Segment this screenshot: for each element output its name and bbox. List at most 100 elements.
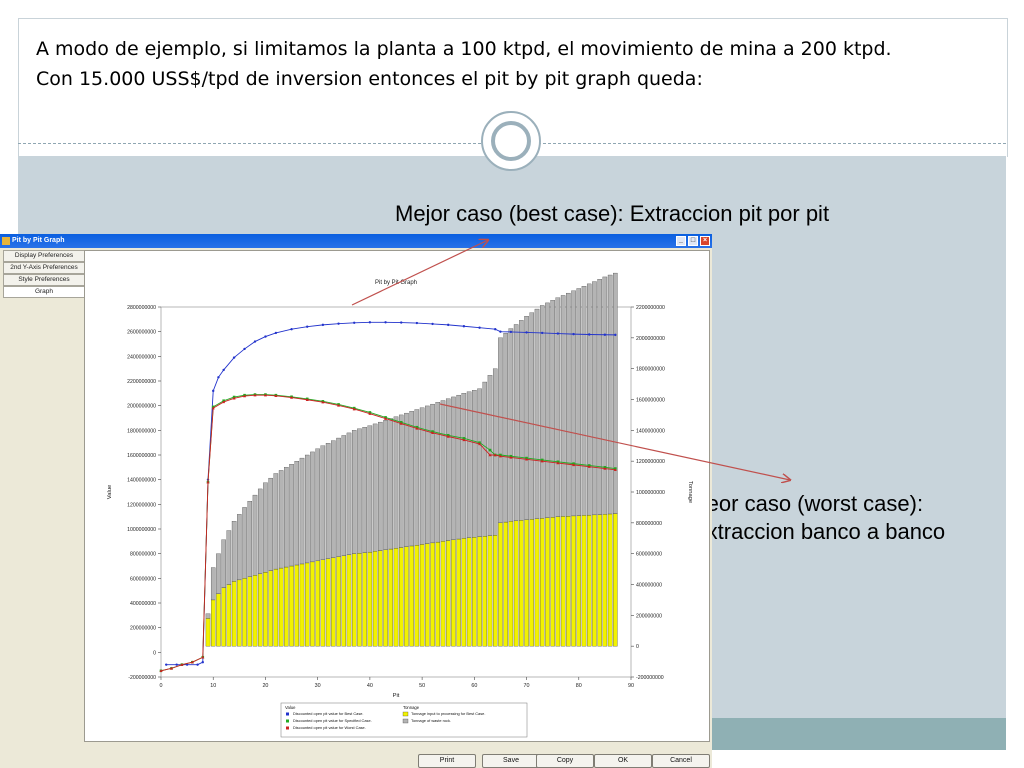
best-case-point (415, 321, 419, 325)
waste-bar (445, 398, 451, 541)
ore-bar (237, 579, 242, 647)
waste-bar (367, 425, 373, 553)
best-case-point (525, 331, 528, 334)
ore-bar (372, 551, 378, 647)
best-case-point (368, 321, 372, 324)
ore-bar (378, 550, 383, 647)
ore-bar (524, 519, 529, 647)
waste-bar (581, 286, 587, 516)
best-case-point (212, 389, 215, 393)
waste-bar (430, 403, 435, 544)
waste-bar (592, 281, 597, 516)
ore-bar (472, 537, 477, 647)
waste-bar (508, 328, 514, 522)
waste-bar (257, 488, 263, 574)
ore-bar (367, 551, 373, 647)
waste-bar (472, 390, 477, 538)
best-case-point (201, 661, 204, 664)
waste-bar (341, 435, 347, 556)
x-tick-label: 40 (367, 683, 373, 689)
y2-tick-label: 800000000 (636, 521, 662, 527)
x-tick-label: 90 (628, 683, 634, 689)
waste-bar (294, 461, 300, 566)
legend-item-label: Tonnage input to processing for Best Cas… (411, 711, 485, 716)
y2-tick-label: 600000000 (636, 552, 662, 558)
ore-bar (346, 554, 352, 647)
ore-bar (592, 514, 597, 647)
waste-bar (299, 457, 305, 565)
window-title: Pit by Pit Graph (12, 237, 65, 244)
ore-bar (498, 522, 503, 647)
nav-display-preferences[interactable]: Display Preferences (3, 250, 85, 262)
legend-item-label: Tonnage of waste rock. (411, 718, 451, 723)
waste-bar (607, 274, 613, 515)
ore-bar (414, 545, 420, 647)
ore-bar (299, 563, 305, 647)
y-tick-label: 2000000000 (127, 404, 156, 410)
waste-bar (409, 411, 414, 547)
y-tick-label: 800000000 (130, 552, 156, 558)
y2-tick-label: 2200000000 (636, 305, 665, 311)
maximize-icon[interactable]: □ (688, 236, 698, 246)
waste-bar (320, 445, 326, 560)
minimize-icon[interactable]: _ (676, 236, 686, 246)
y-tick-label: 1200000000 (127, 502, 156, 508)
ore-bar (425, 543, 430, 647)
waste-bar (216, 553, 221, 594)
waste-bar (226, 530, 232, 585)
window-titlebar[interactable]: Pit by Pit Graph _ □ × (0, 234, 712, 248)
waste-bar (310, 451, 315, 563)
x-tick-label: 50 (419, 683, 425, 689)
y2-axis-label: Tonnage (687, 481, 693, 503)
ore-bar (576, 515, 582, 647)
cancel-button[interactable]: Cancel (652, 754, 710, 768)
ore-bar (331, 557, 336, 647)
ore-bar (205, 618, 211, 647)
ore-bar (461, 538, 467, 647)
copy-button[interactable]: Copy (536, 754, 594, 768)
nav-2nd-y-axis-preferences[interactable]: 2nd Y-Axis Preferences (3, 262, 85, 274)
y-tick-label: 1600000000 (127, 453, 156, 459)
waste-bar (482, 381, 488, 537)
best-case-point (243, 347, 246, 351)
save-button[interactable]: Save (482, 754, 540, 768)
ok-button[interactable]: OK (594, 754, 652, 768)
print-button[interactable]: Print (418, 754, 476, 768)
waste-bar (613, 272, 618, 514)
ore-bar (210, 599, 216, 647)
ore-bar (404, 546, 409, 647)
nav-graph[interactable]: Graph (3, 286, 85, 298)
ore-bar (325, 558, 331, 647)
ore-bar (466, 537, 472, 647)
ore-bar (508, 521, 514, 647)
ore-bar (597, 514, 602, 647)
ore-bar (257, 573, 263, 647)
waste-bar (513, 324, 519, 521)
ore-bar (357, 553, 362, 647)
nav-style-preferences[interactable]: Style Preferences (3, 274, 85, 286)
y2-tick-label: 400000000 (636, 583, 662, 589)
chart-title: Pit by Pit Graph (375, 280, 417, 286)
y-tick-label: 2200000000 (127, 379, 156, 385)
waste-bar (242, 507, 247, 579)
ore-bar (492, 535, 498, 647)
ore-bar (571, 515, 576, 647)
waste-bar (404, 412, 409, 547)
waste-bar (440, 400, 446, 542)
waste-bar (492, 368, 498, 536)
y-tick-label: 1000000000 (127, 527, 156, 533)
close-icon[interactable]: × (700, 236, 710, 246)
y2-tick-label: 1000000000 (636, 490, 665, 496)
best-case-point (290, 328, 293, 331)
ore-bar (247, 576, 253, 647)
ore-bar (221, 587, 226, 647)
best-case-point (541, 331, 544, 335)
ore-bar (304, 562, 310, 647)
waste-bar (451, 396, 456, 540)
ore-bar (278, 567, 284, 647)
ore-bar (336, 556, 341, 647)
y-tick-label: 2600000000 (127, 330, 156, 336)
waste-bar (456, 394, 461, 540)
waste-bar (534, 308, 540, 519)
waste-bar (378, 421, 383, 551)
